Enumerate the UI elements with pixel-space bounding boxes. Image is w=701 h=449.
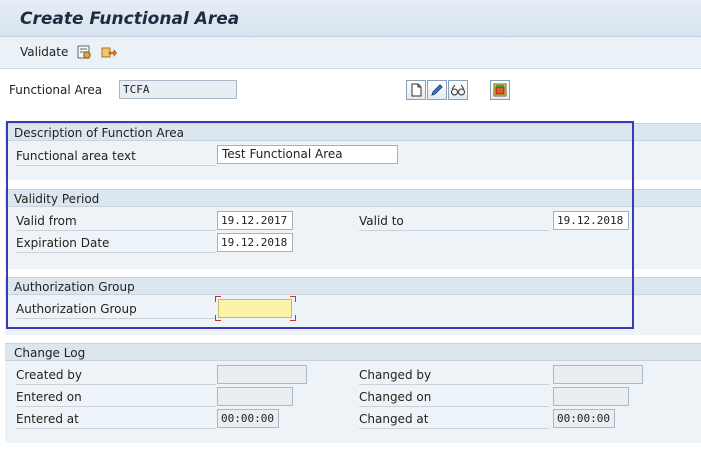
description-group-title: Description of Function Area (14, 126, 185, 140)
new-document-button[interactable] (406, 80, 426, 100)
changed-on-field[interactable] (553, 387, 629, 406)
valid-to-label: Valid to (359, 214, 549, 231)
authorization-group-label: Authorization Group (16, 302, 216, 319)
valid-to-field[interactable]: 19.12.2018 (553, 211, 629, 230)
validity-group: Validity Period Valid from 19.12.2017 Va… (5, 189, 701, 269)
valid-from-label: Valid from (16, 214, 216, 231)
valid-from-field[interactable]: 19.12.2017 (217, 211, 293, 230)
functional-area-label: Functional Area (9, 83, 103, 97)
entered-on-label: Entered on (16, 390, 216, 407)
focus-corner (215, 315, 221, 321)
changed-by-label: Changed by (359, 368, 549, 385)
validate-button[interactable]: Validate (14, 43, 74, 63)
expiration-date-label: Expiration Date (16, 236, 216, 253)
authorization-group-title: Authorization Group (14, 280, 135, 294)
edit-pencil-icon (431, 84, 443, 96)
created-by-field[interactable] (217, 365, 307, 384)
header-section: Functional Area TCFA (0, 70, 701, 118)
focus-corner (290, 296, 296, 302)
copy-icon (493, 83, 507, 97)
edit-button[interactable] (427, 80, 447, 100)
functional-area-field[interactable]: TCFA (119, 80, 237, 99)
display-glasses-icon (451, 84, 465, 96)
entered-at-label: Entered at (16, 412, 216, 429)
entered-at-field[interactable]: 00:00:00 (217, 409, 279, 428)
validity-group-title: Validity Period (14, 192, 100, 206)
changed-on-label: Changed on (359, 390, 549, 407)
authorization-group-field[interactable] (218, 299, 292, 318)
validate-icon[interactable] (76, 44, 92, 60)
authorization-group: Authorization Group Authorization Group (5, 277, 701, 335)
entered-on-field[interactable] (217, 387, 293, 406)
created-by-label: Created by (16, 368, 216, 385)
description-group: Description of Function Area Functional … (5, 123, 701, 180)
functional-area-text-field[interactable]: Test Functional Area (217, 145, 398, 164)
export-icon[interactable] (101, 44, 117, 60)
expiration-date-field[interactable]: 19.12.2018 (217, 233, 293, 252)
changed-by-field[interactable] (553, 365, 643, 384)
functional-area-text-label: Functional area text (16, 149, 216, 166)
change-log-group: Change Log Created by Changed by Entered… (5, 343, 701, 443)
application-toolbar: Validate (0, 37, 701, 69)
copy-button[interactable] (490, 80, 510, 100)
focus-corner (290, 315, 296, 321)
title-bar: Create Functional Area (0, 0, 701, 37)
page-title: Create Functional Area (20, 9, 240, 29)
focus-corner (215, 296, 221, 302)
change-log-title: Change Log (14, 346, 86, 360)
changed-at-field[interactable]: 00:00:00 (553, 409, 615, 428)
new-document-icon (411, 83, 422, 97)
display-button[interactable] (448, 80, 468, 100)
changed-at-label: Changed at (359, 412, 549, 429)
